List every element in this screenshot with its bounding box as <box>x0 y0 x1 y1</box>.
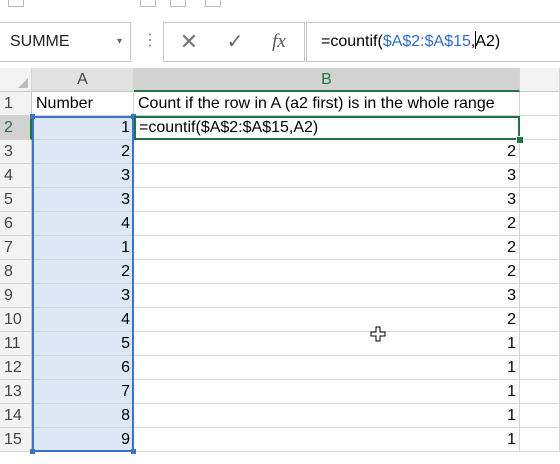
row-header[interactable]: 3 <box>0 140 32 164</box>
ribbon-edge <box>0 0 560 10</box>
move-cursor-icon <box>370 326 386 342</box>
row-header[interactable]: 2 <box>0 116 32 140</box>
column-header-a[interactable]: A <box>32 68 134 92</box>
column-header-b[interactable]: B <box>134 68 520 92</box>
cell-c[interactable] <box>520 188 560 212</box>
cell-b[interactable]: 2 <box>134 260 520 284</box>
row-header[interactable]: 6 <box>0 212 32 236</box>
row-header[interactable]: 8 <box>0 260 32 284</box>
formula-prefix: =countif( <box>321 33 383 50</box>
cell-b[interactable]: 1 <box>134 332 520 356</box>
cell-b[interactable]: 2 <box>134 308 520 332</box>
cell-b[interactable]: 2 <box>134 140 520 164</box>
cell-b[interactable]: 1 <box>134 428 520 452</box>
cell-c[interactable] <box>520 140 560 164</box>
name-box-value: SUMME <box>10 33 70 50</box>
cell-a[interactable]: 5 <box>32 332 134 356</box>
save-icon[interactable] <box>8 0 24 7</box>
formula-input[interactable]: =countif($A$2:$A$15,A2) <box>306 22 560 62</box>
cell-a[interactable]: 1 <box>32 116 134 140</box>
active-cell-editor[interactable]: =countif($A$2:$A$15,A2) <box>134 116 520 140</box>
cell-c[interactable] <box>520 404 560 428</box>
row-header[interactable]: 4 <box>0 164 32 188</box>
name-box[interactable]: SUMME ▾ <box>0 22 131 62</box>
cell-a[interactable]: 3 <box>32 164 134 188</box>
cell-a[interactable]: 7 <box>32 380 134 404</box>
qat-icon[interactable] <box>205 0 221 7</box>
cell-c[interactable] <box>520 308 560 332</box>
row-header[interactable]: 9 <box>0 284 32 308</box>
cell-a[interactable]: 2 <box>32 260 134 284</box>
formula-bar: SUMME ▾ ⋮ ✕ ✓ fx =countif($A$2:$A$15,A2) <box>0 22 560 66</box>
cell-b[interactable]: 3 <box>134 188 520 212</box>
row-header[interactable]: 7 <box>0 236 32 260</box>
cell-c[interactable] <box>520 92 560 116</box>
cell-c[interactable] <box>520 428 560 452</box>
cell-a[interactable]: 1 <box>32 236 134 260</box>
chevron-down-icon[interactable]: ▾ <box>117 23 122 61</box>
header-cell-number[interactable]: Number <box>32 92 134 116</box>
row-header[interactable]: 14 <box>0 404 32 428</box>
cell-a[interactable]: 3 <box>32 188 134 212</box>
row-header[interactable]: 12 <box>0 356 32 380</box>
cell-c[interactable] <box>520 284 560 308</box>
cell-a[interactable]: 3 <box>32 284 134 308</box>
formula-buttons: ✕ ✓ fx <box>163 22 305 62</box>
cell-b[interactable]: 2 <box>134 212 520 236</box>
cell-a[interactable]: 9 <box>32 428 134 452</box>
cell-b[interactable]: 1 <box>134 356 520 380</box>
cell-b[interactable]: 3 <box>134 164 520 188</box>
select-all-corner[interactable] <box>0 68 32 92</box>
header-cell-count[interactable]: Count if the row in A (a2 first) is in t… <box>134 92 520 116</box>
fill-handle[interactable] <box>516 136 524 144</box>
qat-icon[interactable] <box>170 0 186 7</box>
cell-c[interactable] <box>520 164 560 188</box>
cell-a[interactable]: 8 <box>32 404 134 428</box>
cell-c[interactable] <box>520 332 560 356</box>
row-header[interactable]: 15 <box>0 428 32 452</box>
spreadsheet-grid: A B 1 Number Count if the row in A (a2 fir… <box>0 68 560 464</box>
checkmark-icon[interactable]: ✓ <box>220 23 250 61</box>
cell-b[interactable]: 1 <box>134 404 520 428</box>
row-header[interactable]: 13 <box>0 380 32 404</box>
row-header[interactable]: 11 <box>0 332 32 356</box>
cell-c[interactable] <box>520 236 560 260</box>
cell-b[interactable]: 1 <box>134 380 520 404</box>
formula-range-ref: $A$2:$A$15 <box>382 33 471 50</box>
cell-c[interactable] <box>520 260 560 284</box>
cell-b[interactable]: 2 <box>134 236 520 260</box>
cell-a[interactable]: 4 <box>32 212 134 236</box>
cell-a[interactable]: 2 <box>32 140 134 164</box>
cell-c[interactable] <box>520 380 560 404</box>
cell-a[interactable]: 4 <box>32 308 134 332</box>
cell-c[interactable] <box>520 356 560 380</box>
qat-icon[interactable] <box>140 0 156 7</box>
formula-suffix: A2) <box>475 33 501 50</box>
row-header[interactable]: 10 <box>0 308 32 332</box>
fx-icon[interactable]: fx <box>264 23 294 61</box>
cell-c[interactable] <box>520 212 560 236</box>
cell-a[interactable]: 6 <box>32 356 134 380</box>
cell-c[interactable] <box>520 116 560 140</box>
cancel-x-icon[interactable]: ✕ <box>174 23 204 61</box>
row-header[interactable]: 1 <box>0 92 32 116</box>
splitter-dots-icon[interactable]: ⋮ <box>142 22 158 62</box>
cell-b[interactable]: 3 <box>134 284 520 308</box>
column-header-c[interactable] <box>520 68 560 92</box>
row-header[interactable]: 5 <box>0 188 32 212</box>
